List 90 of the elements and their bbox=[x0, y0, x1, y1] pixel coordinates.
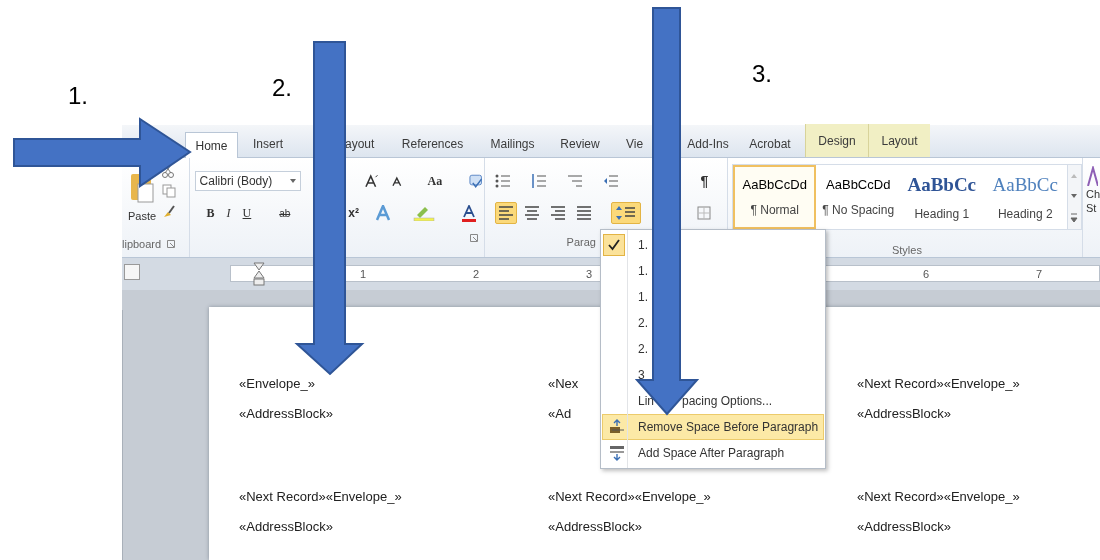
line-spacing-button[interactable] bbox=[610, 202, 641, 224]
merge-field: «Ad bbox=[548, 404, 572, 424]
ribbon-tab[interactable]: Acrobat bbox=[735, 131, 805, 157]
style-preview: AaBbCcDd bbox=[742, 176, 807, 195]
ribbon-tab[interactable]: References bbox=[390, 131, 475, 157]
tab-selector-icon[interactable] bbox=[124, 264, 140, 280]
scissors-icon[interactable] bbox=[162, 164, 174, 178]
space-before-icon bbox=[608, 419, 626, 435]
menu-item[interactable]: 2. bbox=[601, 310, 825, 336]
ribbon-tab[interactable]: Layout bbox=[868, 124, 930, 157]
ribbon-tab[interactable]: Design bbox=[805, 124, 868, 157]
italic-button[interactable]: I bbox=[226, 204, 231, 222]
menu-item-label[interactable]: pacing Options... bbox=[682, 392, 773, 410]
merge-field: «AddressBlock» bbox=[239, 517, 333, 537]
menu-item[interactable]: 1. bbox=[601, 284, 825, 310]
shrink-font-icon[interactable] bbox=[391, 175, 404, 187]
menu-item[interactable]: 2. bbox=[601, 336, 825, 362]
ribbon-tab[interactable]: ayout bbox=[298, 131, 390, 157]
menu-item-label[interactable]: Lin bbox=[638, 392, 654, 410]
underline-button[interactable]: U bbox=[242, 204, 252, 222]
font-name-field[interactable]: Calibri (Body) bbox=[194, 171, 301, 191]
launcher-icon[interactable] bbox=[469, 234, 478, 242]
style-name: ¶ No Spacing bbox=[822, 201, 895, 219]
dropdown-icon[interactable] bbox=[289, 179, 296, 183]
style-gallery-item[interactable]: AaBbCcDd ¶ No Spacing bbox=[816, 165, 900, 229]
grow-font-icon[interactable] bbox=[364, 174, 378, 188]
paste-label[interactable]: Paste bbox=[127, 208, 157, 225]
launcher-icon[interactable] bbox=[167, 240, 176, 249]
numbering-icon[interactable] bbox=[530, 173, 547, 189]
style-name: Heading 2 bbox=[997, 206, 1053, 224]
merge-field: «AddressBlock» bbox=[239, 404, 333, 424]
ribbon-tab[interactable]: Home bbox=[185, 132, 238, 158]
merge-field: «Next Record»«Envelope_» bbox=[239, 487, 402, 507]
merge-field: «AddressBlock» bbox=[857, 404, 951, 424]
group-label: Parag bbox=[566, 235, 596, 250]
merge-field: «Next Record»«Envelope_» bbox=[857, 487, 1020, 507]
multilevel-list-icon[interactable] bbox=[566, 173, 583, 189]
style-gallery-item[interactable]: AaBbCcDd ¶ Normal bbox=[732, 165, 817, 229]
font-color-icon[interactable] bbox=[461, 204, 478, 222]
style-preview: AaBbCc bbox=[992, 172, 1058, 197]
step-number: 1. bbox=[68, 81, 88, 111]
ribbon-tab[interactable]: Vie bbox=[610, 131, 652, 157]
space-after-icon bbox=[608, 445, 626, 461]
style-gallery-item[interactable]: AaBbCc Heading 2 bbox=[983, 165, 1067, 229]
style-preview: AaBbCc bbox=[907, 172, 977, 197]
decrease-indent-icon[interactable] bbox=[602, 173, 619, 189]
ruler-number: 1 bbox=[360, 267, 367, 282]
bold-button[interactable]: B bbox=[206, 204, 215, 222]
change-styles-label[interactable]: St bbox=[1085, 202, 1100, 214]
ribbon-tab[interactable]: Insert bbox=[238, 131, 298, 157]
align-left-button[interactable] bbox=[494, 202, 517, 224]
group-label: Styles bbox=[890, 243, 923, 258]
check-icon bbox=[608, 239, 620, 251]
ruler-number: 2 bbox=[473, 267, 480, 282]
text-effects-icon[interactable] bbox=[375, 205, 392, 221]
ribbon-tab[interactable]: Review bbox=[550, 131, 610, 157]
ruler-number: 7 bbox=[1036, 267, 1043, 282]
brush-icon[interactable] bbox=[162, 204, 176, 218]
ruler-number: 6 bbox=[923, 267, 930, 282]
style-preview: AaBbCcDd bbox=[826, 176, 891, 195]
indent-marker-icon[interactable] bbox=[253, 262, 265, 286]
step-number: 2. bbox=[272, 73, 292, 103]
change-styles-icon[interactable] bbox=[1085, 166, 1098, 186]
merge-field: «AddressBlock» bbox=[548, 517, 642, 537]
menu-item[interactable]: 1. bbox=[601, 258, 825, 284]
style-name: Heading 1 bbox=[914, 206, 970, 224]
merge-field: «Next Record»«Envelope_» bbox=[548, 487, 711, 507]
menu-item[interactable]: 3 bbox=[601, 362, 825, 388]
change-case-button[interactable]: Aa bbox=[427, 172, 443, 190]
strikethrough-button[interactable]: ab bbox=[279, 205, 291, 221]
step-number: 3. bbox=[752, 59, 772, 89]
bullets-icon[interactable] bbox=[494, 173, 511, 189]
change-styles-label[interactable]: Ch bbox=[1085, 188, 1100, 200]
style-gallery-item[interactable]: AaBbCc Heading 1 bbox=[900, 165, 984, 229]
line-spacing-icon bbox=[615, 205, 636, 221]
merge-field: «Nex bbox=[548, 374, 579, 394]
menu-item[interactable]: Add Space After Paragraph bbox=[602, 440, 824, 466]
group-label: lipboard bbox=[122, 237, 162, 252]
ribbon-tab[interactable]: Add-Ins bbox=[681, 131, 735, 157]
style-name: ¶ Normal bbox=[750, 201, 799, 219]
superscript-button[interactable]: x² bbox=[348, 204, 360, 222]
menu-item[interactable]: Remove Space Before Paragraph bbox=[602, 414, 824, 440]
menu-item[interactable]: 1. bbox=[601, 232, 825, 258]
clear-format-icon[interactable] bbox=[468, 173, 484, 189]
show-marks-button[interactable]: ¶ bbox=[700, 170, 709, 192]
merge-field: «Envelope_» bbox=[239, 374, 315, 394]
merge-field: «AddressBlock» bbox=[857, 517, 951, 537]
ruler-number: 3 bbox=[586, 267, 593, 282]
ribbon-tab[interactable]: Mailings bbox=[475, 131, 550, 157]
merge-field: «Next Record»«Envelope_» bbox=[857, 374, 1020, 394]
